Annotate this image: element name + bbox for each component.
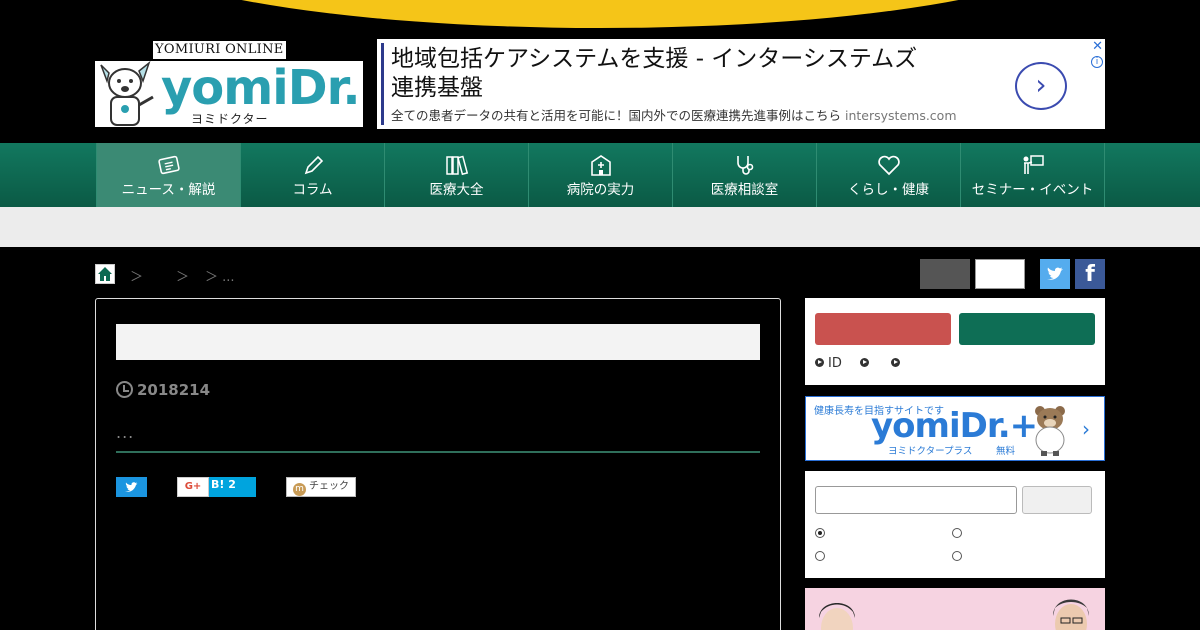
page: YOMIURI ONLINE yomiDr. ヨミドクター 地域包括ケアシステム… [0,0,1200,630]
mixi-icon: m [293,483,306,496]
ad-title-line2: 連携基盤 [391,75,483,101]
nav-item-lifestyle[interactable]: くらし・健康 [816,143,960,207]
share-hatena-button[interactable]: G+ B! 2 [177,477,256,497]
nav-item-hospital[interactable]: 病院の実力 [528,143,672,207]
dog-mascot-icon [100,61,154,126]
banner-free: 無料 [996,446,1016,457]
ad-title-line1: 地域包括ケアシステムを支援 - インターシステムズ [391,46,918,72]
share-mixi-button[interactable]: m チェック [286,477,356,497]
search-input[interactable] [815,486,1017,514]
login-link-id[interactable]: ID [815,356,842,371]
login-links: ID [815,356,904,371]
nav-item-news[interactable]: ニュース・解説 [96,143,240,207]
hospital-icon [590,155,611,176]
ad-domain: intersystems.com [845,108,957,123]
logo-yomiuri-online: YOMIURI ONLINE [153,41,286,59]
breadcrumb-current: ＞ ... [205,270,235,285]
nav-label-hospital: 病院の実力 [566,182,635,198]
login-link-2[interactable] [860,356,873,371]
banner-logo: yomiDr.+ [871,406,1038,446]
search-button[interactable] [1022,486,1092,514]
bear-mascot-icon [1035,406,1065,456]
article-date: 2018214 [116,381,210,399]
mixi-check-label: チェック [309,481,349,492]
article-divider [116,451,760,453]
login-button[interactable] [959,313,1095,345]
nav-label-seminar: セミナー・イベント [971,182,1094,198]
register-button[interactable] [815,313,951,345]
ad-info-icon[interactable]: i [1091,56,1103,68]
site-logo[interactable]: YOMIURI ONLINE yomiDr. ヨミドクター [95,41,363,127]
nav-label-lifestyle: くらし・健康 [848,182,929,198]
main-nav: ニュース・解説 コラム 医療大全 病院の実力 医療相談室 くらし・健康 セミナー… [0,143,1200,207]
article-date-text: 2018214 [137,381,211,399]
article-title-box [116,324,760,360]
banner-kana: ヨミドクタープラス [888,446,973,457]
font-size-button-large[interactable] [975,259,1025,289]
nav-item-column[interactable]: コラム [240,143,384,207]
search-radio-2[interactable] [952,528,962,538]
ad-description-text: 全ての患者データの共有と活用を可能に！国内外での医療連携先進事例はこちら [391,108,842,123]
article-panel: 2018214 ... G+ B! 2 m チェック [95,298,781,630]
nav-label-consultation: 医療相談室 [710,182,779,198]
promo-people-image [805,588,1105,630]
logo-wordmark: yomiDr. [161,60,361,116]
search-radio-3[interactable] [815,551,825,561]
arrow-bullet-icon [860,358,869,367]
top-decoration [110,0,1090,28]
search-radio-1[interactable] [815,528,825,538]
ad-title[interactable]: 地域包括ケアシステムを支援 - インターシステムズ 連携基盤 [391,45,991,103]
arrow-bullet-icon [815,358,824,367]
ad-description: 全ての患者データの共有と活用を可能に！国内外での医療連携先進事例はこちら int… [391,105,957,124]
stethoscope-icon [736,156,753,175]
nav-item-consultation[interactable]: 医療相談室 [672,143,816,207]
presenter-icon [1023,155,1044,174]
yomidr-plus-banner[interactable]: 健康長寿を目指すサイトです yomiDr.+ ヨミドクタープラス 無料 › [805,396,1105,461]
nav-item-seminar[interactable]: セミナー・イベント [960,143,1105,207]
facebook-icon[interactable]: f [1075,259,1105,289]
login-link-3[interactable] [891,356,904,371]
sidebar-login-panel: ID [805,298,1105,385]
twitter-icon[interactable] [1040,259,1070,289]
clock-icon [116,381,133,398]
nav-label-column: コラム [292,182,333,198]
nav-label-encyclopedia: 医療大全 [429,182,484,198]
breadcrumb-sep-1: ＞ [130,270,144,285]
font-size-button-small[interactable] [920,259,970,289]
sidebar-search-panel [805,471,1105,578]
heart-icon [877,155,900,176]
books-icon [445,155,468,176]
arrow-bullet-icon [891,358,901,367]
hatena-bookmark-count: B! 2 [211,478,236,491]
newspaper-icon [157,155,180,175]
main-nav-items: ニュース・解説 コラム 医療大全 病院の実力 医療相談室 くらし・健康 セミナー… [96,143,1105,207]
nav-item-encyclopedia[interactable]: 医療大全 [384,143,528,207]
pen-icon [304,155,323,175]
ad-accent-bar [381,43,384,125]
chevron-right-icon: › [1082,417,1090,441]
nav-label-news: ニュース・解説 [121,182,216,198]
ad-banner[interactable]: 地域包括ケアシステムを支援 - インターシステムズ 連携基盤 全ての患者データの… [377,39,1105,129]
logo-kana: ヨミドクター [191,112,269,126]
logo-main: yomiDr. ヨミドクター [95,61,363,127]
share-twitter-button[interactable] [116,477,147,497]
breadcrumb-sep-2: ＞ [176,270,190,285]
sub-nav-bar [0,207,1200,247]
sidebar-promo-image[interactable] [805,588,1105,630]
home-icon[interactable] [95,264,115,284]
google-plus-icon: G+ [177,477,209,497]
article-lead: ... [116,423,135,442]
search-radio-4[interactable] [952,551,962,561]
ad-close-icon[interactable]: ✕ [1092,40,1103,53]
ad-arrow-button[interactable]: › [1015,62,1067,110]
